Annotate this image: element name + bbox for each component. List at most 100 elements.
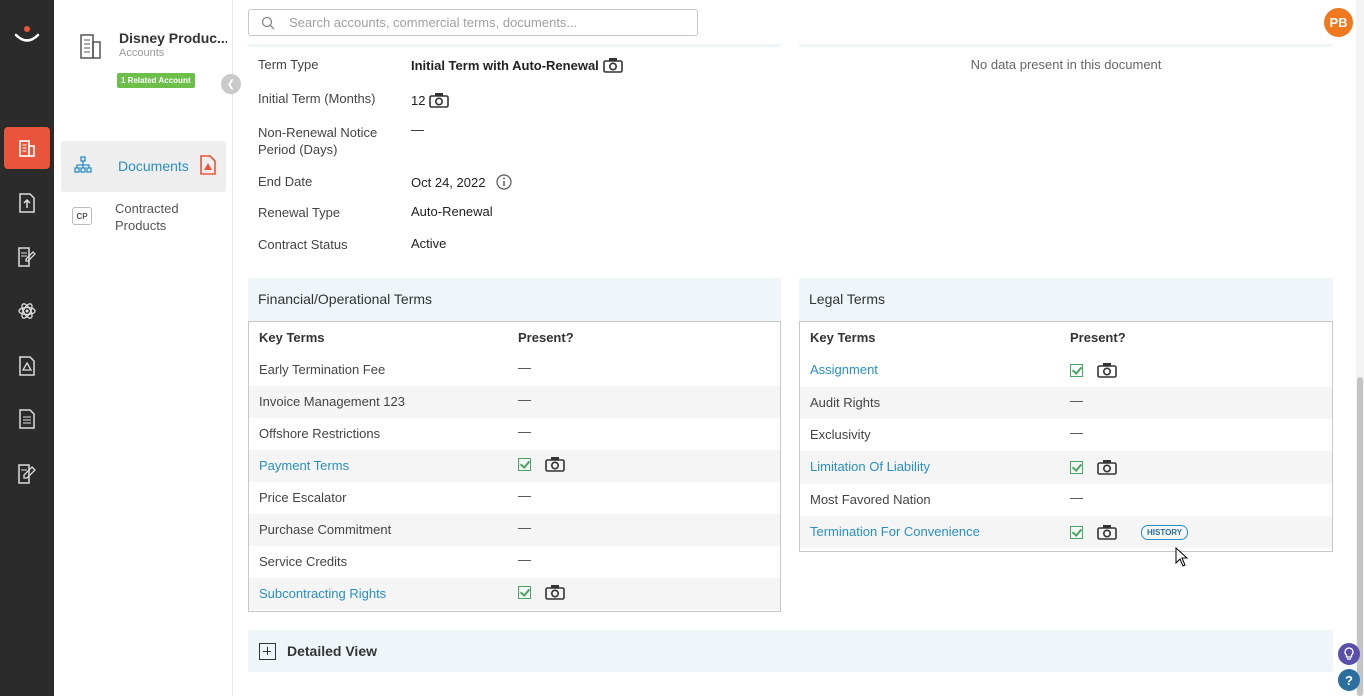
key-term: Early Termination Fee [259,362,386,377]
key-term-link[interactable]: Limitation Of Liability [810,459,930,474]
table-row: Termination For Convenience HISTORY [800,516,1332,548]
table-row: Exclusivity — [800,419,1332,451]
not-present-dash: — [518,552,531,567]
table-row: Subcontracting Rights [249,578,780,610]
key-term-link[interactable]: Subcontracting Rights [259,586,386,601]
key-term-link[interactable]: Payment Terms [259,458,349,473]
related-account-badge[interactable]: 1 Related Account [117,73,195,88]
key-term: Most Favored Nation [810,492,931,507]
hierarchy-icon [74,156,92,173]
account-type: Accounts [119,47,165,59]
initial-term-value: 12 [411,92,426,108]
ai-atom-icon[interactable] [13,297,41,325]
camera-icon[interactable] [1097,524,1117,540]
check-icon [1070,363,1083,377]
not-present-dash: — [518,360,531,375]
camera-icon[interactable] [429,92,450,108]
table-row: Service Credits — [249,546,780,578]
info-icon[interactable] [495,173,513,191]
lightbulb-icon[interactable] [1338,643,1360,665]
general-terms-card-header [248,44,781,47]
table-row: Offshore Restrictions — [249,418,780,450]
camera-icon[interactable] [602,57,623,73]
edit-document-icon[interactable] [13,243,41,271]
key-term: Service Credits [259,554,348,569]
upload-document-icon[interactable] [13,189,41,217]
table-row: Audit Rights — [800,387,1332,419]
not-present-dash: — [518,488,531,503]
key-term-link[interactable]: Assignment [810,362,878,377]
check-icon [518,585,531,599]
building-icon [80,34,101,59]
other-terms-card-header [799,44,1333,47]
detailed-view-toggle[interactable]: Detailed View [248,630,1333,672]
financial-terms-table: Key Terms Present? Early Termination Fee… [248,321,781,612]
help-icon[interactable]: ? [1338,669,1360,691]
search-icon [261,16,275,29]
check-icon [1070,460,1083,474]
term-label: End Date [258,174,313,189]
mouse-cursor-icon [1175,547,1189,567]
history-badge[interactable]: HISTORY [1141,524,1189,540]
check-icon [1070,525,1083,539]
table-row: Price Escalator — [249,482,780,514]
table-row: Invoice Management 123 — [249,386,780,418]
page-scrollbar[interactable] [1356,0,1364,696]
not-present-dash: — [518,424,531,439]
term-label: Contract Status [258,237,348,252]
check-icon [518,457,531,471]
present-value: — [1070,490,1083,505]
sidebar-item-label: Contracted Products [115,201,179,233]
no-data-message: No data present in this document [970,57,1162,72]
term-label: Term Type [258,57,319,72]
table-row: Payment Terms [249,450,780,482]
section-title: Financial/Operational Terms [258,291,433,307]
term-type-value: Initial Term with Auto-Renewal [411,57,599,73]
sidebar-item-documents[interactable]: Documents [61,141,226,192]
camera-icon[interactable] [545,584,565,600]
table-row: Early Termination Fee — [249,354,780,386]
table-header-row: Key Terms Present? [249,322,780,354]
account-sidebar: Disney Produc... Accounts 1 Related Acco… [54,0,241,696]
camera-icon[interactable] [1097,362,1117,378]
not-present-dash: — [1070,425,1083,440]
key-term: Purchase Commitment [259,522,392,537]
section-title: Legal Terms [809,291,886,307]
account-name: Disney Produc... [119,30,227,46]
present-value [518,456,565,472]
present-value: — [1070,425,1083,440]
accounts-nav-icon[interactable] [4,127,50,169]
expand-plus-icon[interactable] [259,643,276,660]
present-value: — [1070,393,1083,408]
term-label: Initial Term (Months) [258,91,376,106]
financial-terms-section: Financial/Operational Terms Key Terms Pr… [248,278,781,612]
camera-icon[interactable] [1097,459,1117,475]
table-header-row: Key Terms Present? [800,322,1332,354]
alert-document-icon[interactable] [13,352,41,380]
present-value: — [518,520,531,535]
table-row: Purchase Commitment — [249,514,780,546]
sidebar-item-label: Documents [118,158,189,174]
report-document-icon[interactable] [13,405,41,433]
camera-icon[interactable] [545,456,565,472]
table-row: Most Favored Nation — [800,484,1332,516]
key-term: Exclusivity [810,427,871,442]
top-bar: PB [234,0,1364,44]
app-logo-icon[interactable] [11,22,43,50]
key-term-link[interactable]: Termination For Convenience [810,524,980,539]
key-term: Invoice Management 123 [259,394,405,409]
document-alert-icon[interactable] [200,155,216,175]
legal-terms-table: Key Terms Present? Assignment Audit Righ… [799,321,1333,552]
user-avatar[interactable]: PB [1324,8,1353,37]
column-header: Present? [518,330,574,345]
term-value: Initial Term with Auto-Renewal [411,57,623,73]
search-input[interactable] [289,15,689,30]
present-value: HISTORY [1070,524,1189,540]
sidebar-item-contracted-products[interactable]: CP Contracted Products [61,198,226,238]
table-row: Assignment [800,354,1332,387]
sign-document-icon[interactable] [13,460,41,488]
present-value [1070,362,1117,378]
term-label: Renewal Type [258,205,341,220]
non-renewal-value: — [411,122,424,137]
app-rail [0,0,54,696]
